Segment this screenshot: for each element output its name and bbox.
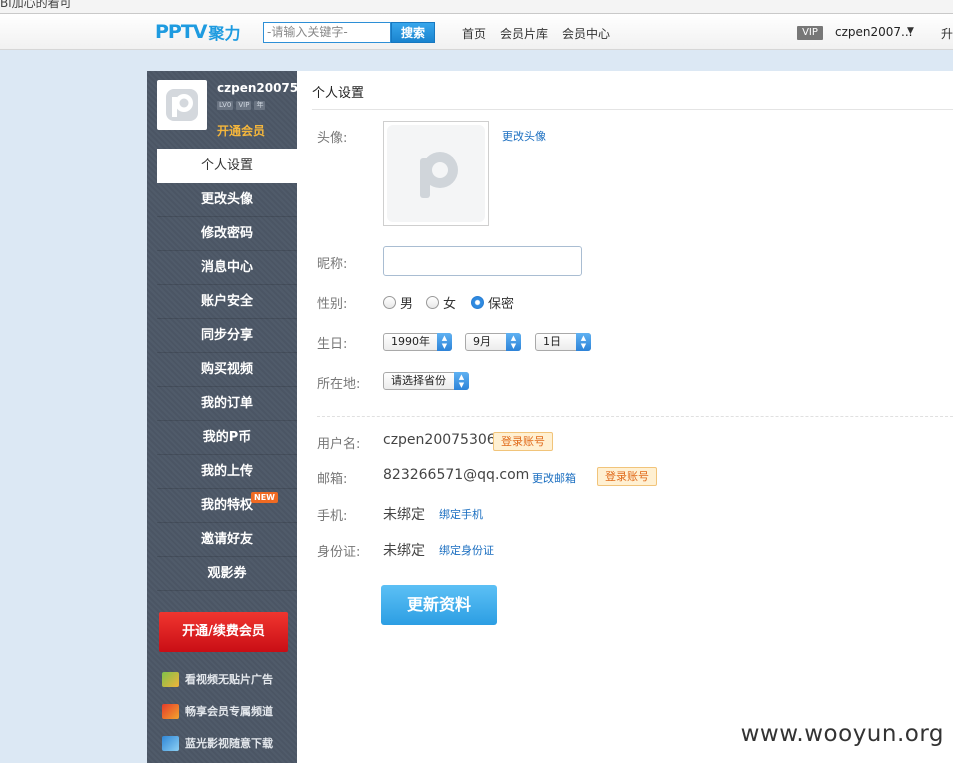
logo-latin: PPTV — [155, 21, 208, 43]
sidebar-item-my-pcoin[interactable]: 我的P币 — [157, 421, 297, 455]
sidebar-item-buy-video[interactable]: 购买视频 — [157, 353, 297, 387]
bind-phone-link[interactable]: 绑定手机 — [439, 506, 483, 522]
change-email-link[interactable]: 更改邮箱 — [532, 470, 576, 486]
gender-radio-female[interactable]: 女 — [426, 293, 456, 312]
login-account-tag: 登录账号 — [597, 467, 657, 486]
select-arrows-icon: ▲ ▼ — [506, 333, 521, 351]
province-select[interactable]: 请选择省份 ▲ ▼ — [383, 372, 469, 390]
renew-member-button[interactable]: 开通/续费会员 — [159, 612, 288, 652]
channel-icon — [162, 703, 179, 719]
perk-no-ads: 看视频无贴片广告 — [162, 671, 273, 687]
birthday-year-select[interactable]: 1990年 ▲ ▼ — [383, 333, 452, 351]
phone-label: 手机: — [317, 509, 348, 524]
header-username[interactable]: czpen2007... — [835, 25, 912, 39]
birthday-day-select[interactable]: 1日 ▲ ▼ — [535, 333, 591, 351]
select-arrows-icon: ▲ ▼ — [576, 333, 591, 351]
select-value: 请选择省份 — [391, 374, 446, 387]
select-value: 1990年 — [391, 335, 430, 348]
header-upgrade-link[interactable]: 升 — [941, 25, 953, 42]
perk-exclusive-channel: 畅享会员专属频道 — [162, 703, 273, 719]
sidebar-item-personal-settings[interactable]: 个人设置 — [157, 149, 297, 183]
chevron-down-icon[interactable]: ▼ — [907, 26, 914, 36]
sidebar-item-my-orders[interactable]: 我的订单 — [157, 387, 297, 421]
radio-button-checked[interactable] — [471, 296, 484, 309]
level-badges: LV0 VIP 年 — [217, 101, 266, 110]
location-label: 所在地: — [317, 377, 361, 392]
perk-label: 畅享会员专属频道 — [185, 705, 273, 718]
sidebar-item-sync-share[interactable]: 同步分享 — [157, 319, 297, 353]
perk-label: 蓝光影视随意下载 — [185, 737, 273, 750]
change-avatar-link[interactable]: 更改头像 — [502, 128, 546, 144]
logo-chinese: 聚力 — [208, 24, 241, 43]
select-arrows-icon: ▲ ▼ — [454, 372, 469, 390]
sidebar-item-label: 我的特权 — [200, 498, 253, 513]
birthday-label: 生日: — [317, 337, 348, 352]
title-divider — [312, 109, 953, 110]
phone-value: 未绑定 — [383, 507, 425, 523]
radio-label: 男 — [400, 297, 414, 312]
email-value: 823266571@qq.com — [383, 467, 530, 483]
email-label: 邮箱: — [317, 472, 348, 487]
radio-button[interactable] — [383, 296, 396, 309]
username-label: 用户名: — [317, 437, 361, 452]
nickname-label: 昵称: — [317, 257, 348, 272]
id-card-label: 身份证: — [317, 545, 361, 560]
page-title: 个人设置 — [312, 86, 365, 101]
hd-download-icon — [162, 735, 179, 751]
sidebar-item-my-uploads[interactable]: 我的上传 — [157, 455, 297, 489]
sidebar: czpen20075... LV0 VIP 年 开通会员 个人设置 更改头像 修… — [147, 71, 312, 763]
vip-badge: VIP — [797, 26, 823, 40]
section-divider — [317, 416, 953, 417]
gender-label: 性别: — [317, 297, 348, 312]
gender-radio-male[interactable]: 男 — [383, 293, 413, 312]
sidebar-item-account-security[interactable]: 账户安全 — [157, 285, 297, 319]
gender-radio-secret[interactable]: 保密 — [471, 293, 514, 312]
pptv-avatar-icon — [420, 151, 458, 198]
username-value: czpen20075306 — [383, 432, 496, 448]
browser-title-text: Bi加心的看可 — [0, 0, 72, 10]
select-arrows-icon: ▲ ▼ — [437, 333, 452, 351]
perk-bluray-download: 蓝光影视随意下载 — [162, 735, 273, 751]
avatar-preview — [383, 121, 489, 226]
radio-button[interactable] — [426, 296, 439, 309]
radio-label: 保密 — [488, 297, 515, 312]
level-badge: LV0 — [217, 101, 234, 110]
perk-label: 看视频无贴片广告 — [185, 673, 273, 686]
new-badge: NEW — [251, 492, 278, 503]
vip-level-badge: VIP — [236, 101, 252, 110]
nav-home[interactable]: 首页 — [462, 25, 486, 42]
sidebar-item-my-privileges[interactable]: 我的特权 NEW — [157, 489, 297, 523]
login-account-tag: 登录账号 — [493, 432, 553, 451]
sidebar-menu: 个人设置 更改头像 修改密码 消息中心 账户安全 同步分享 购买视频 我的订单 … — [157, 149, 297, 591]
watermark: www.wooyun.org — [740, 721, 944, 747]
id-card-value: 未绑定 — [383, 543, 425, 559]
sidebar-item-movie-tickets[interactable]: 观影券 — [157, 557, 297, 591]
sidebar-item-invite-friends[interactable]: 邀请好友 — [157, 523, 297, 557]
avatar-label: 头像: — [317, 131, 348, 146]
annual-badge: 年 — [254, 101, 266, 110]
browser-title-strip: Bi加心的看可 — [0, 0, 953, 14]
settings-panel: 个人设置 头像: 更改头像 昵称: 性别: 男 女 保密 生日: 1990年 ▲… — [297, 71, 953, 763]
nickname-input[interactable] — [383, 246, 582, 276]
nav-member-center[interactable]: 会员中心 — [562, 25, 610, 42]
nav-member-library[interactable]: 会员片库 — [500, 25, 548, 42]
radio-label: 女 — [443, 297, 457, 312]
site-header: PPTV 聚力 -请输入关键字- 搜索 首页 会员片库 会员中心 VIP czp… — [0, 14, 953, 50]
bind-id-card-link[interactable]: 绑定身份证 — [439, 542, 494, 558]
birthday-month-select[interactable]: 9月 ▲ ▼ — [465, 333, 521, 351]
search-button[interactable]: 搜索 — [391, 22, 435, 43]
no-ads-icon — [162, 671, 179, 687]
sidebar-item-change-password[interactable]: 修改密码 — [157, 217, 297, 251]
profile-avatar[interactable] — [157, 80, 207, 130]
sidebar-item-messages[interactable]: 消息中心 — [157, 251, 297, 285]
pptv-avatar-icon — [166, 89, 198, 121]
search-input[interactable]: -请输入关键字- — [263, 22, 391, 43]
update-profile-button[interactable]: 更新资料 — [381, 585, 497, 625]
sidebar-item-change-avatar[interactable]: 更改头像 — [157, 183, 297, 217]
open-member-link[interactable]: 开通会员 — [217, 122, 265, 139]
select-value: 1日 — [543, 335, 561, 348]
pptv-logo[interactable]: PPTV 聚力 — [155, 20, 241, 44]
select-value: 9月 — [473, 335, 491, 348]
